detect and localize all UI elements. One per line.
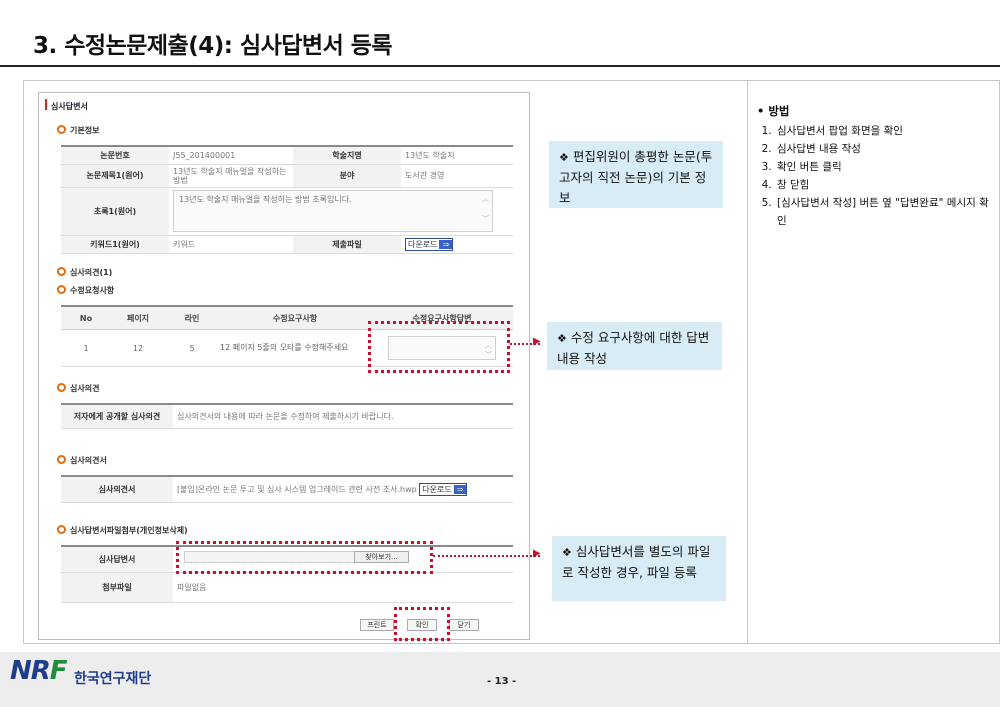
abstract-value: 13년도 학술지 매뉴얼을 작성하는 방법 초록입니다.: [179, 195, 352, 204]
section-opinion-doc: 심사의견서: [57, 455, 107, 466]
callout-attach-text: 심사답변서를 별도의 파일로 작성한 경우, 파일 등록: [562, 544, 711, 580]
print-button[interactable]: 프린트: [360, 619, 394, 631]
row-request: 12 페이지 5줄의 오타를 수정해주세요: [219, 329, 371, 367]
paper-title-value: 13년도 학술지 매뉴얼을 작성하는 방법: [169, 164, 293, 188]
abstract-label: 초록1(원어): [61, 187, 169, 236]
paper-no-value: J55_201400001: [169, 146, 293, 165]
conference-label: 학술지명: [293, 146, 401, 165]
col-page: 페이지: [111, 306, 165, 330]
diamond-bullet-icon: ❖: [557, 332, 567, 345]
section-attach: 심사답변서파일첨부(개인정보삭제): [57, 525, 188, 536]
confirm-highlight: [394, 607, 450, 641]
opinion-table: 저자에게 공개할 심사의견 심사의견서의 내용에 따라 논문을 수정하여 제출하…: [61, 403, 513, 429]
keyword-label: 키워드1(원어): [61, 235, 169, 254]
callout-basic-info-text: 편집위원이 총평한 논문(투고자의 직전 논문)의 기본 정보: [559, 149, 713, 205]
section-opinion-1-label: 심사의견(1): [70, 268, 113, 277]
nrf-logo-text-a: NR: [10, 656, 51, 686]
page-number: - 13 -: [487, 676, 517, 687]
section-dot-icon: [57, 125, 66, 134]
paper-no-label: 논문번호: [61, 146, 169, 165]
download-arrow-icon: ⇒: [439, 239, 453, 249]
opinion-doc-file-link[interactable]: [붙임]온라인 논문 투고 및 심사 시스템 업그레이드 관련 사전 조사.hw…: [177, 485, 417, 494]
section-opinion-label: 심사의견: [70, 384, 100, 393]
section-attach-label: 심사답변서파일첨부(개인정보삭제): [70, 526, 188, 535]
attach-file-label: 첨부파일: [61, 572, 173, 603]
method-step: [심사답변서 작성] 버튼 옆 "답변완료" 메시지 확인: [775, 194, 992, 230]
reply-file-label: 심사답변서: [61, 546, 173, 573]
field-label: 분야: [293, 164, 401, 188]
method-step: 심사답변 내용 작성: [775, 140, 992, 158]
opinion-doc-download-label: 다운로드: [422, 484, 452, 494]
method-steps: 심사답변서 팝업 화면을 확인 심사답변 내용 작성 확인 버튼 클릭 창 닫힘…: [757, 122, 992, 230]
close-button[interactable]: 닫기: [449, 619, 479, 631]
method-step: 창 닫힘: [775, 176, 992, 194]
title-rule: [0, 65, 1000, 67]
col-no: No: [61, 306, 111, 330]
section-dot-icon: [57, 285, 66, 294]
paper-title-label: 논문제목1(원어): [61, 164, 169, 188]
title-bar-accent: [45, 99, 47, 110]
attach-highlight: [176, 541, 433, 574]
connector-line-3: [433, 555, 540, 557]
attach-file-value: 파일없음: [173, 572, 513, 603]
popup-title: 심사답변서: [45, 99, 88, 112]
download-button-label: 다운로드: [408, 239, 438, 249]
method-panel: • 방법 심사답변서 팝업 화면을 확인 심사답변 내용 작성 확인 버튼 클릭…: [757, 102, 992, 230]
col-line: 라인: [165, 306, 219, 330]
slide-title: 3. 수정논문제출(4): 심사답변서 등록: [33, 33, 393, 59]
submit-file-cell: 다운로드 ⇒: [401, 235, 513, 254]
nrf-logo-text-b: F: [49, 656, 68, 686]
section-revision: 수정요청사항: [57, 285, 114, 296]
method-step: 확인 버튼 클릭: [775, 158, 992, 176]
connector-arrow-icon: ▶: [533, 336, 541, 347]
callout-attach: ❖ 심사답변서를 별도의 파일로 작성한 경우, 파일 등록: [552, 536, 726, 601]
submit-file-label: 제출파일: [293, 235, 401, 254]
diamond-bullet-icon: ❖: [562, 546, 572, 559]
section-dot-icon: [57, 455, 66, 464]
scroll-arrows-icon[interactable]: ︿ ﹀: [482, 194, 489, 224]
abstract-cell: 13년도 학술지 매뉴얼을 작성하는 방법 초록입니다. ︿ ﹀: [169, 187, 513, 236]
section-dot-icon: [57, 267, 66, 276]
keyword-value: 키워드: [169, 235, 293, 254]
connector-arrow-icon: ▶: [533, 548, 541, 559]
basic-info-table: 논문번호 J55_201400001 학술지명 13년도 학술지 논문제목1(원…: [61, 145, 513, 254]
section-opinion-doc-label: 심사의견서: [70, 456, 107, 465]
section-dot-icon: [57, 383, 66, 392]
section-opinion-1: 심사의견(1): [57, 267, 112, 278]
abstract-textarea[interactable]: 13년도 학술지 매뉴얼을 작성하는 방법 초록입니다. ︿ ﹀: [173, 190, 493, 232]
section-basic-info-label: 기본정보: [70, 126, 100, 135]
row-page: 12: [111, 329, 165, 367]
frame-divider: [747, 80, 748, 644]
popup-title-text: 심사답변서: [51, 102, 88, 111]
section-basic-info: 기본정보: [57, 125, 99, 136]
opinion-doc-cell: [붙임]온라인 논문 투고 및 심사 시스템 업그레이드 관련 사전 조사.hw…: [173, 476, 513, 503]
download-arrow-icon: ⇒: [453, 484, 467, 494]
callout-basic-info: ❖ 편집위원이 총평한 논문(투고자의 직전 논문)의 기본 정보: [549, 141, 723, 208]
section-revision-label: 수정요청사항: [70, 286, 115, 295]
org-name: 한국연구재단: [74, 671, 152, 687]
method-step: 심사답변서 팝업 화면을 확인: [775, 122, 992, 140]
opinion-doc-label: 심사의견서: [61, 476, 173, 503]
row-line: 5: [165, 329, 219, 367]
conference-value: 13년도 학술지: [401, 146, 513, 165]
method-heading: • 방법: [757, 104, 790, 118]
section-dot-icon: [57, 525, 66, 534]
opinion-doc-table: 심사의견서 [붙임]온라인 논문 투고 및 심사 시스템 업그레이드 관련 사전…: [61, 475, 513, 503]
field-value: 도서관 경영: [401, 164, 513, 188]
opinion-label: 저자에게 공개할 심사의견: [61, 404, 173, 429]
opinion-value: 심사의견서의 내용에 따라 논문을 수정하여 제출하시기 바랍니다.: [173, 404, 513, 429]
callout-answer: ❖ 수정 요구사항에 대한 답변 내용 작성: [547, 322, 722, 370]
row-no: 1: [61, 329, 111, 367]
section-opinion: 심사의견: [57, 383, 99, 394]
callout-answer-text: 수정 요구사항에 대한 답변 내용 작성: [557, 330, 710, 366]
answer-highlight: [368, 321, 510, 373]
download-button[interactable]: 다운로드 ⇒: [405, 237, 454, 251]
diamond-bullet-icon: ❖: [559, 151, 569, 164]
nrf-logo: NRF: [10, 656, 68, 686]
opinion-doc-download-button[interactable]: 다운로드 ⇒: [419, 482, 468, 496]
col-request: 수정요구사항: [219, 306, 371, 330]
